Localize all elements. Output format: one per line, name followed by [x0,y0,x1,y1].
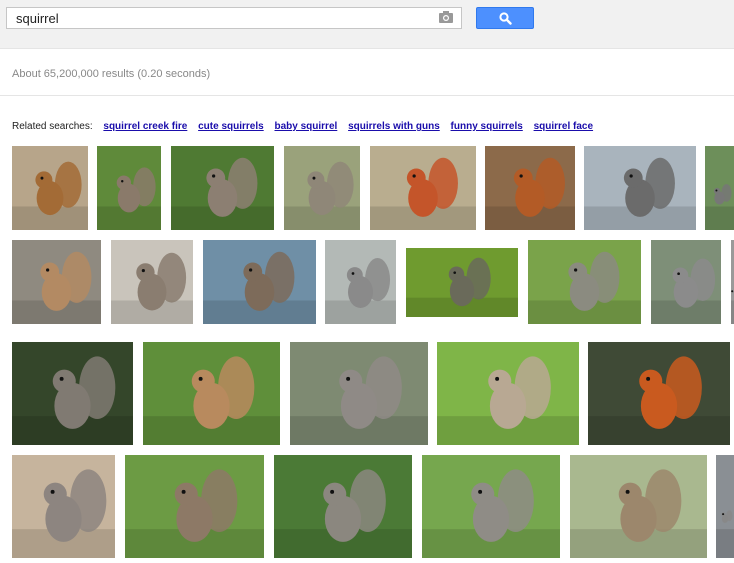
camera-icon[interactable] [439,11,453,23]
search-icon [499,12,512,25]
image-result-thumbnail[interactable] [422,455,560,558]
image-result-thumbnail[interactable] [125,455,264,558]
image-result-thumbnail[interactable] [370,146,476,230]
image-result-thumbnail[interactable] [12,240,101,324]
image-result-thumbnail[interactable] [12,455,115,558]
related-search-link[interactable]: cute squirrels [198,121,264,132]
image-result-thumbnail[interactable] [171,146,274,230]
image-result-thumbnail[interactable] [716,455,734,558]
related-searches-label: Related searches: [12,121,93,132]
related-search-link[interactable]: baby squirrel [274,121,337,132]
image-result-thumbnail[interactable] [406,248,518,317]
image-result-thumbnail[interactable] [437,342,579,445]
image-result-thumbnail[interactable] [143,342,280,445]
related-search-link[interactable]: squirrels with guns [348,121,440,132]
related-search-link[interactable]: squirrel face [534,121,593,132]
related-searches: Related searches: squirrel creek fire cu… [12,121,593,132]
image-result-thumbnail[interactable] [705,146,734,230]
search-input[interactable] [7,8,436,28]
related-search-link[interactable]: squirrel creek fire [103,121,187,132]
divider [0,95,734,96]
image-result-thumbnail[interactable] [528,240,641,324]
search-header [0,0,734,49]
image-result-thumbnail[interactable] [12,342,133,445]
image-result-thumbnail[interactable] [570,455,707,558]
search-button[interactable] [476,7,534,29]
image-result-thumbnail[interactable] [485,146,575,230]
image-result-thumbnail[interactable] [290,342,428,445]
image-result-thumbnail[interactable] [97,146,161,230]
result-stats: About 65,200,000 results (0.20 seconds) [12,68,211,80]
search-box [6,7,462,29]
image-result-thumbnail[interactable] [325,240,396,324]
image-result-thumbnail[interactable] [651,240,721,324]
image-result-thumbnail[interactable] [284,146,360,230]
image-result-thumbnail[interactable] [111,240,193,324]
related-search-link[interactable]: funny squirrels [451,121,523,132]
image-result-thumbnail[interactable] [274,455,412,558]
image-result-thumbnail[interactable] [203,240,316,324]
image-result-thumbnail[interactable] [588,342,730,445]
image-result-thumbnail[interactable] [12,146,88,230]
image-result-thumbnail[interactable] [584,146,696,230]
